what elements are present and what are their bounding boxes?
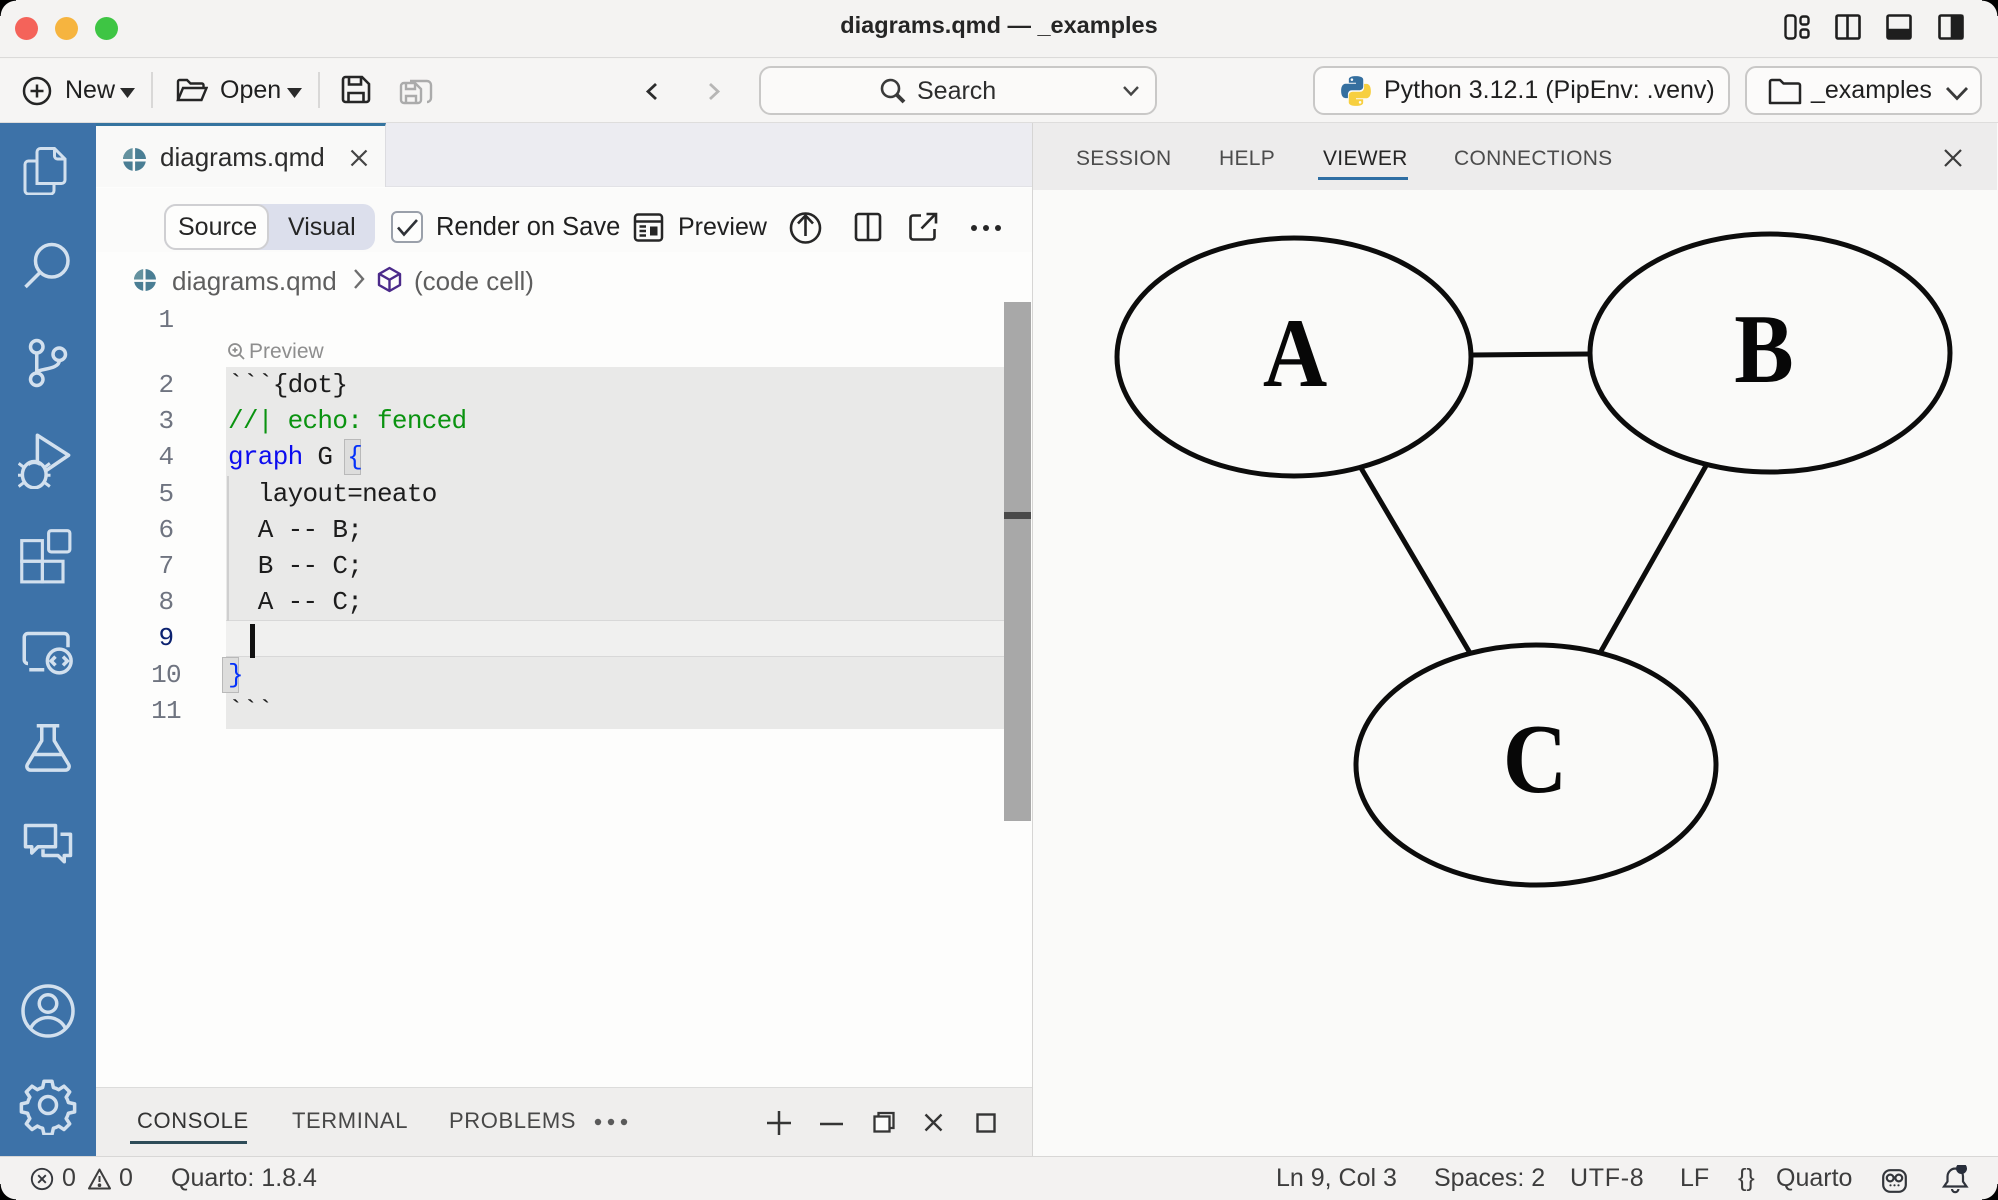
svg-text:C: C: [1503, 705, 1567, 814]
svg-text:B: B: [1734, 295, 1793, 404]
svg-text:A: A: [1263, 299, 1327, 408]
